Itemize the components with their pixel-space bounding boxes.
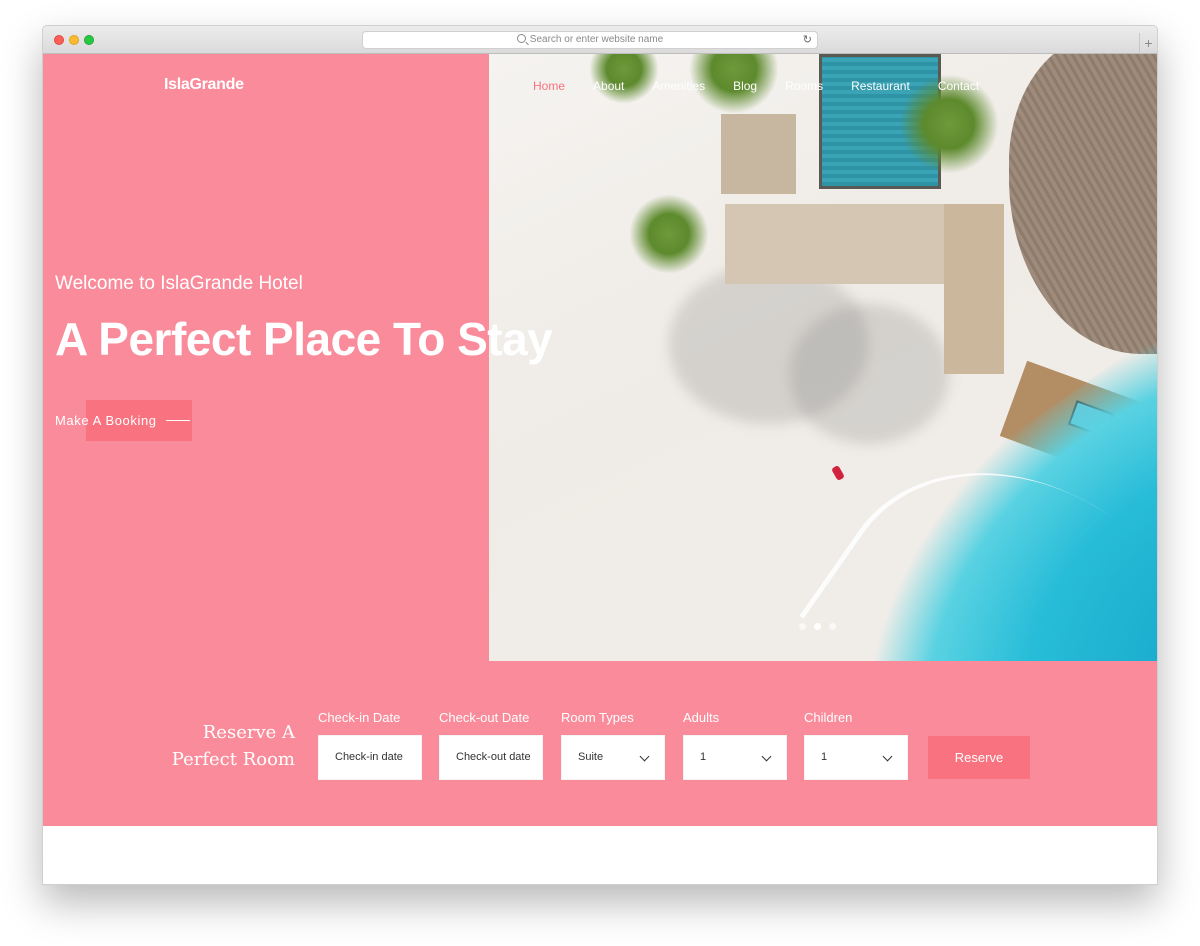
make-booking-button[interactable]: Make A Booking bbox=[55, 413, 190, 428]
nav-item-home[interactable]: Home bbox=[533, 79, 565, 93]
maximize-window-button[interactable] bbox=[84, 35, 94, 45]
minimize-window-button[interactable] bbox=[69, 35, 79, 45]
checkout-field[interactable] bbox=[439, 735, 543, 780]
chevron-down-icon bbox=[761, 751, 772, 762]
hero-headline: A Perfect Place To Stay bbox=[55, 313, 553, 365]
photo-palm bbox=[629, 194, 709, 274]
adults-label: Adults bbox=[683, 710, 720, 725]
reserve-title-line-2: Perfect Room bbox=[171, 749, 295, 770]
site-logo[interactable]: IslaGrande bbox=[164, 76, 244, 94]
room-types-value: Suite bbox=[578, 751, 604, 763]
checkout-input[interactable] bbox=[456, 751, 540, 763]
palm-shadow bbox=[789, 304, 949, 444]
main-nav: Home About Amenities Blog Rooms Restaura… bbox=[533, 79, 1007, 93]
adults-value: 1 bbox=[700, 751, 707, 763]
slider-dot[interactable] bbox=[829, 623, 836, 630]
children-select[interactable]: 1 bbox=[804, 735, 908, 780]
children-value: 1 bbox=[821, 751, 828, 763]
nav-item-blog[interactable]: Blog bbox=[733, 79, 757, 93]
hero-welcome-text: Welcome to IslaGrande Hotel bbox=[55, 273, 303, 294]
new-tab-button[interactable]: + bbox=[1139, 33, 1157, 54]
close-window-button[interactable] bbox=[54, 35, 64, 45]
arrow-line-icon bbox=[165, 420, 190, 421]
search-icon bbox=[516, 34, 526, 43]
browser-window: Search or enter website name ↻ + IslaGra… bbox=[42, 25, 1158, 885]
photo-walkway bbox=[944, 204, 1004, 374]
checkout-label: Check-out Date bbox=[439, 710, 530, 725]
room-types-label: Room Types bbox=[561, 710, 634, 725]
children-label: Children bbox=[804, 710, 853, 725]
checkin-field[interactable] bbox=[318, 735, 422, 780]
room-types-select[interactable]: Suite bbox=[561, 735, 665, 780]
hero-photo bbox=[489, 54, 1157, 661]
nav-item-rooms[interactable]: Rooms bbox=[785, 79, 823, 93]
slider-dot[interactable] bbox=[799, 623, 806, 630]
page-viewport: IslaGrande Home About Amenities Blog Roo… bbox=[43, 54, 1157, 884]
browser-titlebar: Search or enter website name ↻ + bbox=[43, 26, 1157, 54]
make-booking-label: Make A Booking bbox=[55, 413, 157, 428]
checkin-input[interactable] bbox=[335, 751, 419, 763]
reserve-title-line-1: Reserve A bbox=[202, 722, 295, 743]
slider-dots bbox=[799, 617, 844, 635]
reserve-title: Reserve A Perfect Room bbox=[153, 719, 295, 773]
chevron-down-icon bbox=[882, 751, 893, 762]
nav-item-contact[interactable]: Contact bbox=[938, 79, 979, 93]
slider-dot-active[interactable] bbox=[814, 623, 821, 630]
nav-item-restaurant[interactable]: Restaurant bbox=[851, 79, 910, 93]
address-bar[interactable]: Search or enter website name ↻ bbox=[362, 31, 818, 49]
reload-icon[interactable]: ↻ bbox=[803, 32, 812, 48]
nav-item-amenities[interactable]: Amenities bbox=[652, 79, 705, 93]
checkin-label: Check-in Date bbox=[318, 710, 401, 725]
address-bar-placeholder: Search or enter website name bbox=[529, 34, 664, 45]
photo-deck bbox=[721, 114, 796, 194]
adults-select[interactable]: 1 bbox=[683, 735, 787, 780]
chevron-down-icon bbox=[639, 751, 650, 762]
nav-item-about[interactable]: About bbox=[593, 79, 624, 93]
photo-deck bbox=[725, 204, 945, 284]
reserve-button[interactable]: Reserve bbox=[928, 736, 1030, 779]
